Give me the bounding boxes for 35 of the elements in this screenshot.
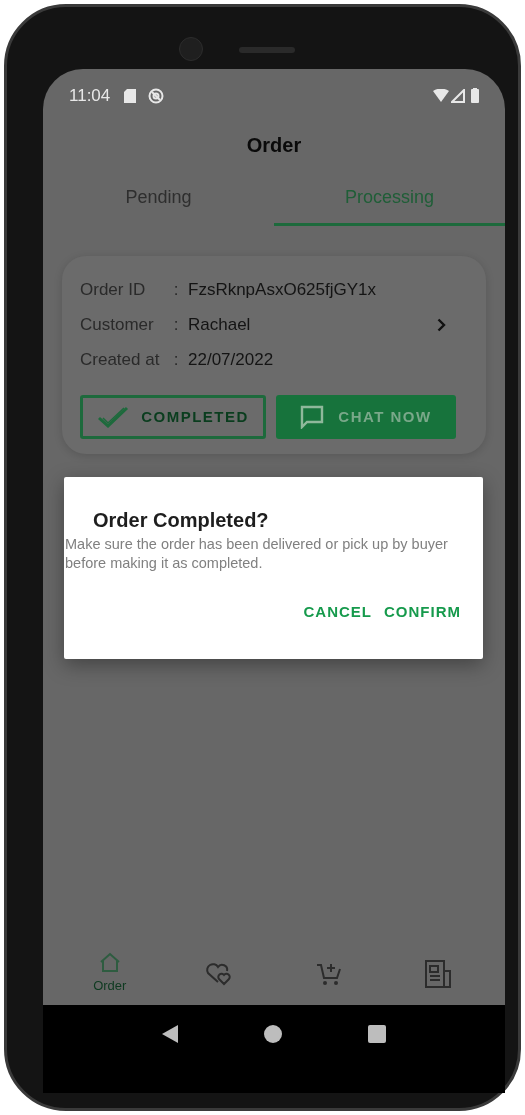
chevron-right-icon[interactable] (437, 317, 446, 332)
cancel-button[interactable]: CANCEL (301, 601, 374, 624)
completed-button[interactable]: COMPLETED (80, 395, 266, 439)
dialog-message: Make sure the order has been delivered or pick up by buyer before making it as completed. (64, 535, 449, 573)
field-value: 22/07/2022 (188, 348, 274, 371)
dialog-title: Order Completed? (93, 508, 270, 533)
recents-icon[interactable] (368, 1025, 386, 1043)
field-separator: : (172, 313, 180, 336)
status-time: 11:04 (69, 84, 111, 107)
chat-bubble-icon (300, 405, 325, 429)
tab[interactable]: Pending (43, 176, 274, 226)
tab[interactable]: Processing (274, 176, 505, 226)
home-icon[interactable] (264, 1025, 282, 1043)
sd-card-icon (124, 88, 137, 103)
field-value: Rachael (188, 313, 251, 336)
back-icon[interactable] (162, 1025, 178, 1043)
signal-icon (451, 88, 465, 103)
page-title: Order (246, 133, 302, 158)
hearts-icon (205, 962, 234, 986)
wifi-icon (433, 89, 449, 102)
field-separator: : (172, 348, 180, 371)
field-value: FzsRknpAsxO625fjGY1x (188, 278, 376, 301)
check-icon (97, 406, 130, 428)
home-icon (98, 952, 121, 973)
newspaper-icon (423, 959, 454, 989)
field-label: Customer (80, 313, 155, 336)
at-sign-icon (148, 87, 165, 104)
field-separator: : (172, 278, 180, 301)
field-label: Order ID (80, 278, 147, 301)
nav-item[interactable]: Order (74, 952, 145, 996)
field-label: Created at (80, 348, 161, 371)
cart-plus-icon (315, 961, 342, 987)
confirm-button[interactable]: CONFIRM (382, 601, 463, 624)
battery-icon (471, 88, 479, 103)
chat-now-button[interactable]: CHAT NOW (276, 395, 456, 439)
